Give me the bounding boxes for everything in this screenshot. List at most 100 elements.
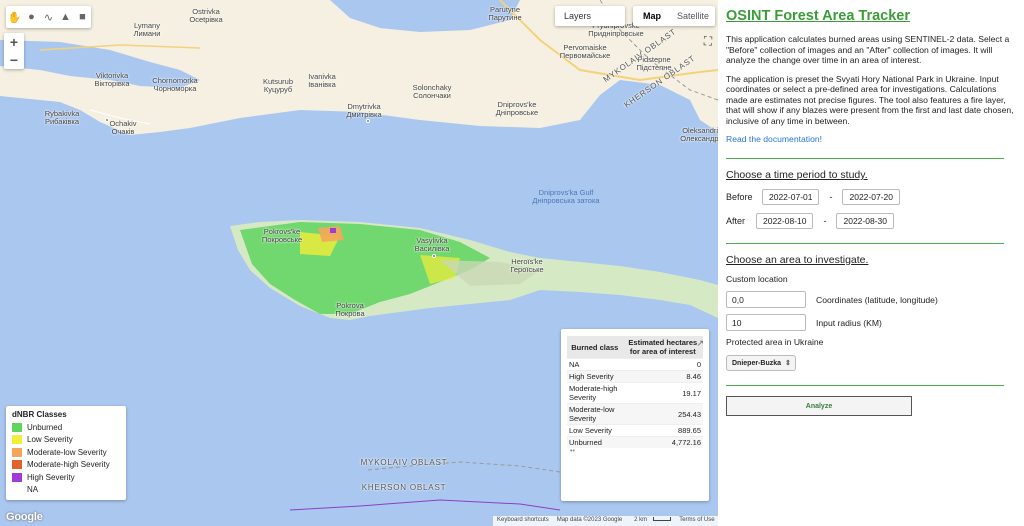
layers-button[interactable]: Layers — [555, 6, 625, 26]
divider — [726, 385, 1004, 386]
terms-link[interactable]: Terms of Use — [675, 516, 718, 526]
protected-area-value: Dnieper-Buzka — [732, 359, 782, 367]
legend-label: High Severity — [27, 472, 75, 482]
intro-text-2: The application is preset the Svyati Hor… — [726, 73, 1014, 126]
map-view[interactable]: Ostrivka Ocetpiвка Lymany Лимани Viktorivk… — [0, 0, 718, 526]
after-end-date-input[interactable]: 2022-08-30 — [836, 213, 894, 229]
map-type-satellite-button[interactable]: Satellite — [671, 6, 715, 26]
hectares-cell: 0 — [622, 358, 703, 371]
zoom-control: + − — [4, 33, 24, 69]
place-label: Kutsurub Куцуруб — [262, 77, 294, 94]
place-label: Ivanivka Іванівка — [308, 72, 336, 89]
place-label: Vasylivka Василівка — [414, 236, 450, 253]
fullscreen-icon[interactable]: ⛶ — [700, 33, 716, 49]
table-row: Moderate-high Severity 19.17 — [567, 382, 703, 404]
place-label: Ochakiv Очаків — [109, 119, 137, 136]
before-start-date-input[interactable]: 2022-07-01 — [762, 189, 820, 205]
legend-swatch — [12, 435, 22, 445]
place-label: Heroïs'ke Героїське — [510, 257, 544, 274]
place-label: Chornomorka Чорноморка — [152, 76, 198, 93]
zoom-out-button[interactable]: − — [4, 51, 24, 69]
column-header-hectares: Estimated hectares for area of interest — [622, 336, 703, 359]
zoom-in-button[interactable]: + — [4, 33, 24, 51]
burned-class-cell: Moderate-high Severity — [567, 382, 623, 404]
city-dot — [105, 118, 109, 122]
hand-icon[interactable]: ✋ — [6, 6, 23, 28]
popout-icon[interactable]: ↗ — [696, 338, 704, 349]
legend-label: NA — [27, 485, 39, 495]
place-label: Lymany Лимани — [133, 21, 161, 38]
area-heading: Choose an area to investigate. — [726, 254, 869, 266]
intro-text: This application calculates burned areas… — [726, 34, 1010, 65]
legend-swatch — [12, 472, 22, 482]
before-label: Before — [726, 192, 753, 202]
place-label: Solonchaky Солончаки — [412, 83, 452, 100]
legend-swatch — [12, 422, 22, 432]
google-logo: Google — [6, 511, 43, 523]
after-start-date-input[interactable]: 2022-08-10 — [756, 213, 814, 229]
chevron-updown-icon: ⇕ — [785, 360, 791, 367]
table-row: Low Severity 889.65 — [567, 424, 703, 437]
legend-label: Moderate-high Severity — [27, 460, 110, 470]
legend-label: Moderate-low Severity — [27, 447, 107, 457]
protected-area-label: Protected area in Ukraine — [726, 337, 824, 347]
app-title: OSINT Forest Area Tracker — [726, 8, 911, 24]
legend-item: Moderate-low Severity — [12, 446, 120, 459]
city-dot — [366, 119, 370, 123]
region-label: KHERSON OBLAST — [361, 483, 447, 492]
place-label: Viktorivka Вікторівка — [94, 71, 130, 88]
place-label: Dmytrivka Дмитрівка — [346, 102, 382, 119]
place-label: Parutyne Парутине — [488, 5, 522, 22]
legend-swatch — [12, 485, 22, 495]
map-type-map-button[interactable]: Map — [633, 6, 671, 26]
burned-class-cell: Moderate-low Severity — [567, 403, 623, 425]
documentation-link[interactable]: Read the documentation! — [726, 134, 1016, 144]
map-data-text: Map data ©2023 Google — [556, 517, 623, 523]
burned-class-cell: High Severity — [567, 370, 623, 383]
legend-item: Low Severity — [12, 434, 120, 447]
rectangle-icon[interactable]: ■ — [74, 6, 91, 28]
after-label: After — [726, 216, 746, 226]
marker-icon[interactable]: ● — [23, 6, 40, 28]
table-row: Moderate-low Severity 254.43 — [567, 403, 703, 425]
legend-label: Low Severity — [27, 435, 73, 445]
water-label: Dniprovs'ka Gulf Дніпровська затока — [532, 188, 600, 205]
hectares-cell: 889.65 — [622, 424, 703, 437]
keyboard-shortcuts-link[interactable]: Keyboard shortcuts — [493, 516, 553, 526]
map-attribution: Keyboard shortcuts Map data ©2023 Google… — [493, 516, 718, 526]
table-row: High Severity 8.46 — [567, 370, 703, 383]
legend-item: High Severity — [12, 471, 120, 484]
legend-swatch — [12, 447, 22, 457]
legend-swatch — [12, 460, 22, 470]
legend-item: Unburned — [12, 421, 120, 434]
analyze-button[interactable]: Analyze — [726, 396, 912, 416]
scale-bar: 2 km — [626, 516, 675, 526]
coordinates-label: Coordinates (latitude, longitude) — [816, 294, 938, 305]
city-dot — [432, 254, 436, 258]
table-more-indicator: •• — [570, 448, 575, 455]
hectares-cell: 8.46 — [622, 370, 703, 383]
polygon-icon[interactable]: ▲ — [57, 6, 74, 28]
radius-input[interactable]: 10 — [726, 314, 806, 331]
polyline-icon[interactable]: ∿ — [40, 6, 57, 28]
hectares-cell: 254.43 — [622, 403, 703, 425]
place-label: Pervomaiske Первомайське — [559, 43, 611, 60]
table-row: Unburned 4,772.16 — [567, 436, 703, 448]
legend-item: NA — [12, 484, 120, 497]
burned-class-cell: Unburned — [567, 436, 623, 448]
hectares-cell: 19.17 — [622, 382, 703, 404]
before-end-date-input[interactable]: 2022-07-20 — [842, 189, 900, 205]
radius-label: Input radius (KM) — [816, 317, 882, 328]
drawing-toolbar: ✋ ● ∿ ▲ ■ — [6, 6, 91, 28]
legend-label: Unburned — [27, 422, 63, 432]
place-label: Pokrova Покрова — [335, 301, 365, 318]
burned-class-cell: Low Severity — [567, 424, 623, 437]
coordinates-input[interactable]: 0,0 — [726, 291, 806, 308]
protected-area-select[interactable]: Dnieper-Buzka ⇕ — [726, 355, 796, 371]
place-label: Dniprovs'ke Дніпровське — [495, 100, 539, 117]
divider — [726, 243, 1004, 244]
burned-class-cell: NA — [567, 358, 623, 371]
place-label: Ostrivka Ocetpiвка — [189, 7, 223, 24]
hectares-cell: 4,772.16 — [622, 436, 703, 448]
custom-location-label: Custom location — [726, 274, 788, 284]
